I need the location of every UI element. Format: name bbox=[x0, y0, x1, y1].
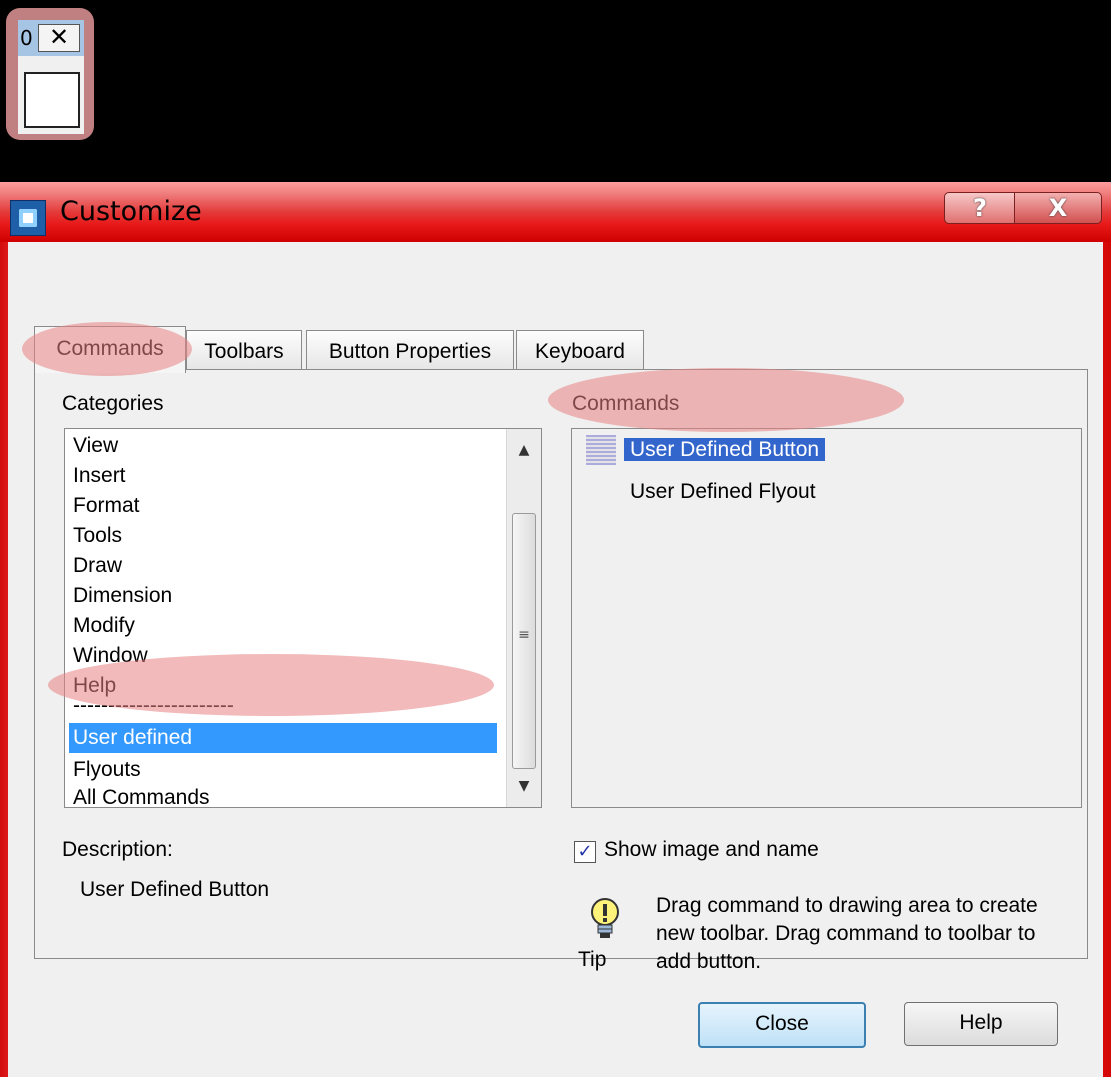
category-item-window[interactable]: Window bbox=[69, 641, 497, 671]
titlebar-help-button[interactable]: ? bbox=[944, 192, 1016, 224]
tab-button-properties[interactable]: Button Properties bbox=[306, 330, 514, 373]
tip-label: Tip bbox=[578, 948, 607, 971]
floating-toolbar: 0 ✕ bbox=[6, 8, 94, 140]
category-item-dimension[interactable]: Dimension bbox=[69, 581, 497, 611]
category-item-user-defined[interactable]: User defined bbox=[69, 723, 497, 753]
command-item-user-defined-button[interactable]: User Defined Button bbox=[624, 433, 826, 467]
floating-toolbar-close-button[interactable]: ✕ bbox=[38, 24, 80, 52]
description-value: User Defined Button bbox=[80, 878, 270, 901]
customize-dialog: Customize ? X Commands Toolbars Button P… bbox=[0, 182, 1111, 1077]
tab-keyboard[interactable]: Keyboard bbox=[516, 330, 644, 373]
scrollbar-thumb[interactable]: ≡ bbox=[512, 513, 536, 769]
tip-text: Drag command to drawing area to create n… bbox=[656, 894, 1038, 973]
commands-label: Commands bbox=[572, 392, 680, 415]
floating-toolbar-body: 0 ✕ bbox=[18, 20, 84, 134]
show-image-and-name-checkbox[interactable]: ✓ bbox=[574, 841, 596, 863]
categories-list[interactable]: View Insert Format Tools Draw Dimension … bbox=[64, 428, 542, 808]
category-item-view[interactable]: View bbox=[69, 431, 497, 461]
help-button[interactable]: Help bbox=[904, 1002, 1058, 1046]
customize-app-icon bbox=[10, 200, 46, 236]
category-item-tools[interactable]: Tools bbox=[69, 521, 497, 551]
commands-list[interactable]: User Defined Button User Defined Flyout bbox=[571, 428, 1082, 808]
scroll-grip-icon: ≡ bbox=[518, 627, 530, 643]
user-defined-toolbar-button[interactable] bbox=[24, 72, 80, 128]
lightbulb-icon bbox=[591, 898, 619, 938]
category-item-insert[interactable]: Insert bbox=[69, 461, 497, 491]
categories-label: Categories bbox=[62, 392, 164, 415]
category-item-draw[interactable]: Draw bbox=[69, 551, 497, 581]
dialog-title: Customize bbox=[60, 196, 202, 227]
categories-scrollbar[interactable]: ▲ ≡ ▼ bbox=[506, 429, 541, 807]
command-item-label: User Defined Button bbox=[624, 438, 826, 461]
user-defined-button-icon bbox=[586, 435, 616, 465]
scroll-up-arrow-icon[interactable]: ▲ bbox=[507, 433, 541, 467]
category-item-all-commands[interactable]: All Commands bbox=[69, 783, 497, 807]
description-label: Description: bbox=[62, 838, 173, 861]
scroll-down-arrow-icon[interactable]: ▼ bbox=[507, 769, 541, 803]
titlebar-close-button[interactable]: X bbox=[1014, 192, 1102, 224]
category-separator: ----------------------- bbox=[73, 694, 234, 717]
category-item-format[interactable]: Format bbox=[69, 491, 497, 521]
floating-toolbar-titlebar[interactable]: 0 ✕ bbox=[18, 20, 84, 56]
category-item-modify[interactable]: Modify bbox=[69, 611, 497, 641]
dialog-client-area: Commands Toolbars Button Properties Keyb… bbox=[8, 242, 1103, 1077]
tab-toolbars[interactable]: Toolbars bbox=[186, 330, 302, 373]
dialog-titlebar[interactable]: Customize ? X bbox=[0, 182, 1111, 242]
category-item-flyouts[interactable]: Flyouts bbox=[69, 755, 497, 785]
show-image-and-name-label[interactable]: Show image and name bbox=[604, 838, 819, 862]
floating-toolbar-title: 0 bbox=[20, 26, 33, 50]
tab-commands[interactable]: Commands bbox=[34, 326, 186, 373]
command-item-user-defined-flyout[interactable]: User Defined Flyout bbox=[630, 475, 816, 509]
close-button[interactable]: Close bbox=[698, 1002, 866, 1048]
